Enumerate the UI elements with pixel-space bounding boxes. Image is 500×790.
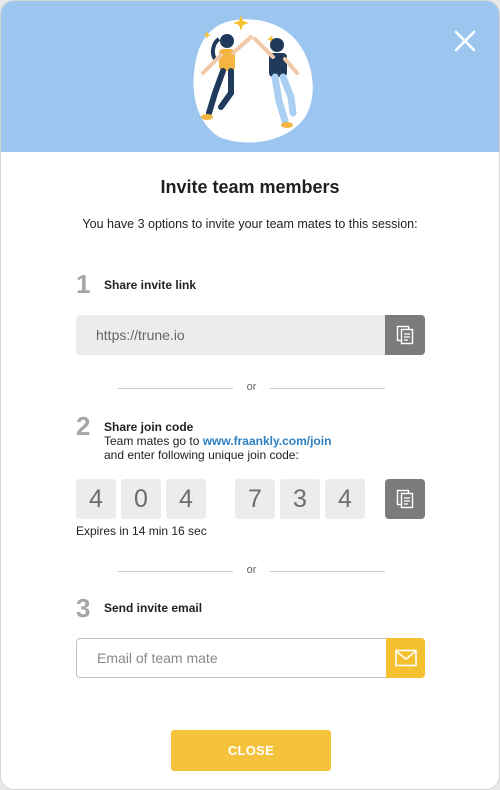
join-url-link[interactable]: www.fraankly.com/join [203, 434, 332, 448]
code-digit: 0 [121, 479, 161, 519]
close-icon[interactable] [453, 29, 477, 53]
modal-title: Invite team members [160, 177, 340, 197]
copy-icon [396, 489, 414, 509]
step-number-2: 2 [76, 411, 91, 441]
copy-icon [396, 325, 414, 345]
code-expiry-text: Expires in 14 min 16 sec [76, 524, 207, 538]
mail-icon [395, 649, 417, 667]
high-five-illustration [193, 15, 313, 143]
hero-banner [1, 1, 499, 152]
copy-link-button[interactable] [385, 315, 425, 355]
step-label-join-code: Share join code [104, 420, 194, 434]
code-digit: 7 [235, 479, 275, 519]
separator-or-2: or [118, 564, 385, 578]
email-input[interactable]: Email of team mate [76, 638, 386, 678]
separator-label: or [246, 564, 257, 576]
code-digit: 3 [280, 479, 320, 519]
step-label-send-email: Send invite email [104, 601, 203, 615]
invite-modal: Invite team members You have 3 options t… [0, 0, 500, 790]
copy-code-button[interactable] [385, 479, 425, 519]
invite-link-field[interactable]: https://trune.io [76, 315, 385, 355]
step-number-3: 3 [76, 593, 91, 623]
send-email-button[interactable] [386, 638, 425, 678]
separator-label: or [246, 381, 257, 393]
separator-or-1: or [118, 381, 385, 395]
close-button[interactable]: CLOSE [171, 730, 331, 771]
step-label-share-link: Share invite link [104, 278, 197, 292]
join-code-instructions: Team mates go to www.fraankly.com/join a… [104, 434, 332, 462]
code-digit: 4 [76, 479, 116, 519]
modal-subtitle: You have 3 options to invite your team m… [82, 217, 418, 231]
code-digit: 4 [325, 479, 365, 519]
code-digit: 4 [166, 479, 206, 519]
step-number-1: 1 [76, 269, 91, 299]
